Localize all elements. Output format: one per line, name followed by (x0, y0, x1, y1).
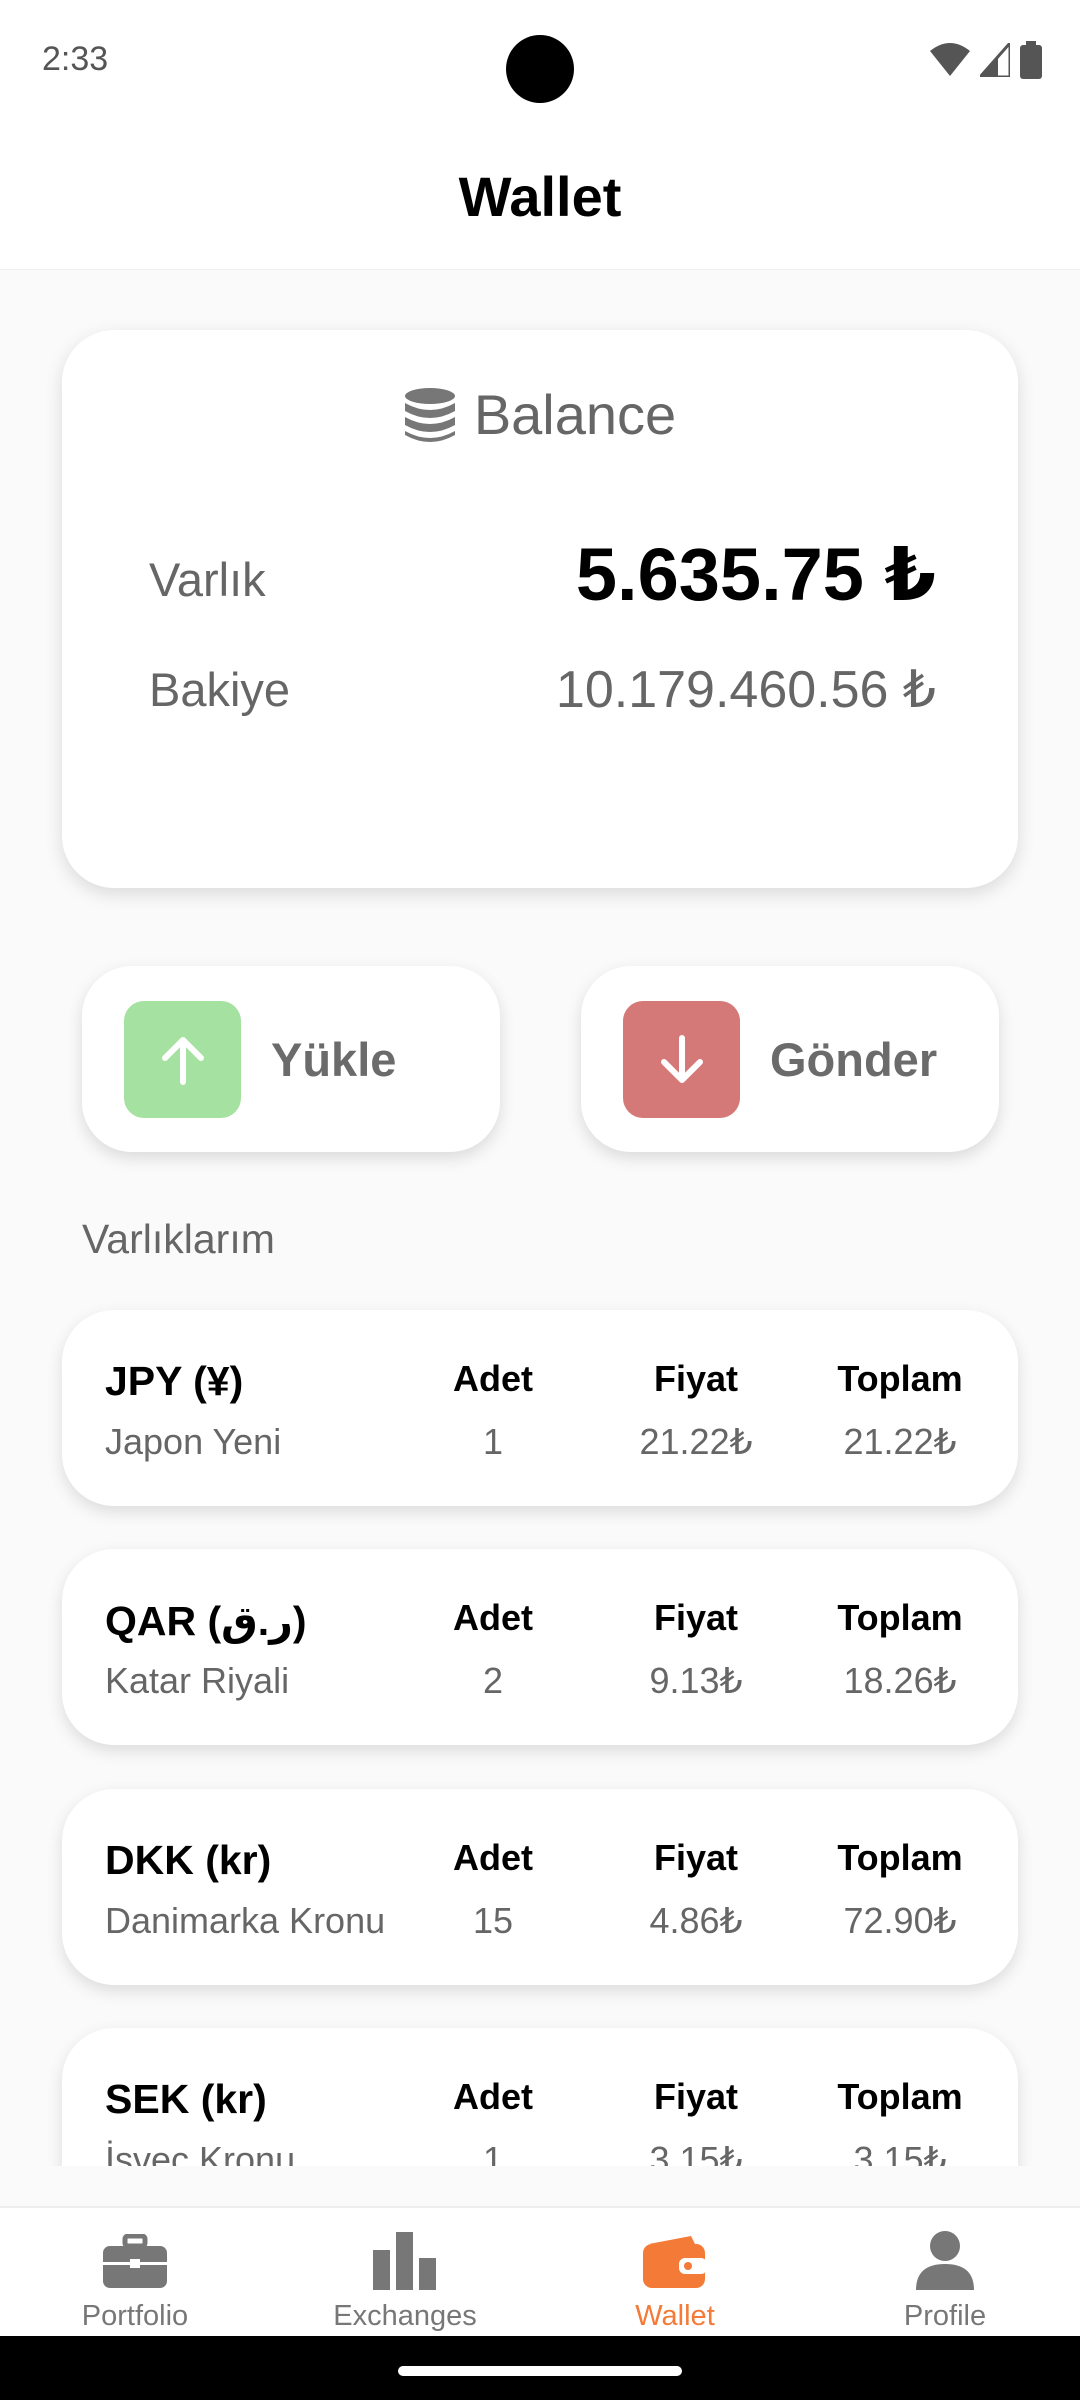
send-button[interactable]: Gönder (581, 966, 999, 1152)
wallet-content[interactable]: Balance Varlık 5.635.75 ₺ Bakiye 10.179.… (0, 270, 1080, 2166)
nav-label: Profile (903, 2300, 987, 2332)
briefcase-icon (10, 2226, 260, 2290)
assets-section-title: Varlıklarım (82, 1216, 275, 1262)
asset-card[interactable]: JPY (¥) Japon Yeni Adet 1 Fiyat 21.22₺ T… (62, 1310, 1018, 1506)
balance-header: Balance (62, 382, 1018, 447)
app-header: Wallet (0, 120, 1080, 270)
send-label: Gönder (770, 1033, 938, 1086)
asset-card[interactable]: QAR (ر.ق) Katar Riyali Adet 2 Fiyat 9.13… (62, 1549, 1018, 1745)
battery-icon (1020, 41, 1042, 79)
varlik-label: Varlık (149, 553, 266, 606)
status-time: 2:33 (42, 40, 109, 78)
wallet-icon (550, 2226, 800, 2290)
total-value: 72.90₺ (843, 1900, 957, 1941)
price-value: 4.86₺ (649, 1900, 743, 1941)
arrow-down-icon (623, 1001, 740, 1118)
total-value: 18.26₺ (843, 1660, 957, 1701)
total-value: 21.22₺ (843, 1421, 957, 1462)
varlik-value: 5.635.75 ₺ (575, 533, 936, 616)
coins-stack-icon (404, 387, 455, 442)
asset-name: Katar Riyali (105, 1660, 290, 1701)
quantity-value: 15 (472, 1900, 514, 1941)
asset-card[interactable]: SEK (kr) İsveç Kronu Adet 1 Fiyat 3.15₺ … (62, 2028, 1018, 2166)
total-header: Toplam (837, 1597, 963, 1638)
home-indicator[interactable] (398, 2366, 682, 2376)
asset-total-column: Toplam 18.26₺ (800, 1597, 1000, 1702)
bottom-navigation: Portfolio Exchanges Wallet Profile (0, 2206, 1080, 2336)
asset-total-column: Toplam 21.22₺ (800, 1358, 1000, 1463)
quantity-header: Adet (453, 1837, 533, 1878)
nav-item-profile[interactable]: Profile (820, 2226, 1070, 2333)
asset-price-column: Fiyat 21.22₺ (596, 1358, 796, 1463)
balance-title: Balance (473, 383, 677, 446)
asset-price-column: Fiyat 4.86₺ (596, 1837, 796, 1942)
asset-code: DKK (kr) (105, 1837, 272, 1883)
price-value: 9.13₺ (649, 1660, 743, 1701)
asset-price-column: Fiyat 9.13₺ (596, 1597, 796, 1702)
total-value: 3.15₺ (853, 2139, 947, 2166)
asset-total-column: Toplam 72.90₺ (800, 1837, 1000, 1942)
page-title: Wallet (458, 165, 622, 228)
bar-chart-icon (280, 2226, 530, 2290)
nav-item-wallet[interactable]: Wallet (550, 2226, 800, 2333)
asset-total-column: Toplam 3.15₺ (800, 2076, 1000, 2166)
price-header: Fiyat (653, 1597, 739, 1638)
bakiye-label: Bakiye (149, 663, 291, 716)
bakiye-value: 10.179.460.56 ₺ (555, 661, 936, 719)
nav-label: Exchanges (333, 2300, 477, 2332)
asset-name: Japon Yeni (105, 1421, 282, 1462)
quantity-value: 1 (482, 1421, 504, 1462)
nav-label: Wallet (635, 2300, 715, 2332)
quantity-header: Adet (453, 2076, 533, 2117)
quantity-value: 1 (482, 2139, 504, 2166)
wifi-icon (930, 43, 970, 76)
asset-quantity-column: Adet 1 (393, 1358, 593, 1463)
price-value: 21.22₺ (639, 1421, 753, 1462)
price-value: 3.15₺ (649, 2139, 743, 2166)
total-header: Toplam (837, 2076, 963, 2117)
nav-item-portfolio[interactable]: Portfolio (10, 2226, 260, 2333)
signal-icon (980, 43, 1010, 77)
asset-code: JPY (¥) (105, 1358, 244, 1404)
asset-name: İsveç Kronu (105, 2139, 296, 2166)
asset-code: QAR (ر.ق) (105, 1598, 307, 1644)
price-header: Fiyat (653, 2076, 739, 2117)
camera-cutout (506, 35, 574, 103)
price-header: Fiyat (653, 1837, 739, 1878)
status-icons (930, 40, 1042, 80)
balance-card: Balance Varlık 5.635.75 ₺ Bakiye 10.179.… (62, 330, 1018, 888)
person-icon (820, 2226, 1070, 2290)
quantity-header: Adet (453, 1358, 533, 1399)
nav-item-exchanges[interactable]: Exchanges (280, 2226, 530, 2333)
asset-card[interactable]: DKK (kr) Danimarka Kronu Adet 15 Fiyat 4… (62, 1789, 1018, 1985)
load-label: Yükle (271, 1033, 397, 1086)
quantity-value: 2 (482, 1660, 504, 1701)
asset-price-column: Fiyat 3.15₺ (596, 2076, 796, 2166)
total-header: Toplam (837, 1837, 963, 1878)
status-bar: 2:33 (0, 0, 1080, 120)
system-navigation-bar (0, 2336, 1080, 2400)
quantity-header: Adet (453, 1597, 533, 1638)
arrow-up-icon (124, 1001, 241, 1118)
asset-quantity-column: Adet 2 (393, 1597, 593, 1702)
asset-code: SEK (kr) (105, 2076, 267, 2122)
load-button[interactable]: Yükle (82, 966, 500, 1152)
price-header: Fiyat (653, 1358, 739, 1399)
asset-quantity-column: Adet 1 (393, 2076, 593, 2166)
total-header: Toplam (837, 1358, 963, 1399)
asset-name: Danimarka Kronu (105, 1900, 386, 1941)
asset-quantity-column: Adet 15 (393, 1837, 593, 1942)
nav-label: Portfolio (81, 2300, 189, 2332)
